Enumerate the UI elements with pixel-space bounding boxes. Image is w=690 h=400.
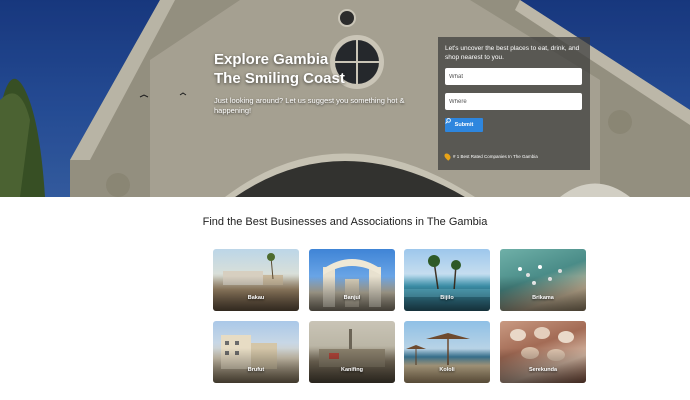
location-label: Bakau	[247, 295, 265, 301]
search-icon	[445, 118, 451, 124]
card-shade	[309, 276, 395, 311]
submit-label: Submit	[454, 122, 474, 128]
map-pin-icon	[443, 152, 452, 161]
hero-subtitle: Just looking around? Let us suggest you …	[214, 96, 405, 115]
submit-button[interactable]: Submit	[445, 118, 483, 132]
hero-title-line2: The Smiling Coast	[214, 70, 345, 87]
location-card-kanifing[interactable]: Kanifing	[309, 321, 395, 383]
where-input[interactable]	[445, 93, 582, 110]
location-label: Kanifing	[341, 367, 363, 373]
card-shade	[213, 348, 299, 383]
location-card-bakau[interactable]: Bakau	[213, 249, 299, 311]
card-shade	[500, 276, 586, 311]
location-label: Serekunda	[528, 367, 558, 373]
location-label: Banjul	[343, 295, 361, 301]
card-shade	[213, 276, 299, 311]
card-shade	[404, 276, 490, 311]
location-card-brufut[interactable]: Brufut	[213, 321, 299, 383]
location-card-banjul[interactable]: Banjul	[309, 249, 395, 311]
section-title: Find the Best Businesses and Association…	[202, 216, 488, 228]
card-shade	[309, 348, 395, 383]
card-shade	[500, 348, 586, 383]
hero-banner: Explore Gambia The Smiling Coast Just lo…	[0, 0, 690, 197]
hero-title-line1: Explore Gambia	[214, 51, 329, 68]
card-shade	[404, 348, 490, 383]
location-label: Brufut	[247, 367, 265, 373]
location-label: Kololi	[439, 367, 455, 373]
search-panel-intro: Let's uncover the best places to eat, dr…	[445, 45, 580, 61]
location-card-bijilo[interactable]: Bijilo	[404, 249, 490, 311]
best-companies-link[interactable]: # 1 Best Rated Companies In The Gambia	[443, 152, 538, 161]
location-card-serekunda[interactable]: Serekunda	[500, 321, 586, 383]
location-label: Bijilo	[440, 295, 454, 301]
what-input[interactable]	[445, 68, 582, 85]
location-card-kololi[interactable]: Kololi	[404, 321, 490, 383]
best-companies-label: # 1 Best Rated Companies In The Gambia	[453, 154, 538, 159]
location-card-brikama[interactable]: Brikama	[500, 249, 586, 311]
location-label: Brikama	[532, 295, 554, 301]
hero-title: Explore Gambia The Smiling Coast	[214, 50, 345, 88]
search-panel: Let's uncover the best places to eat, dr…	[438, 37, 590, 170]
